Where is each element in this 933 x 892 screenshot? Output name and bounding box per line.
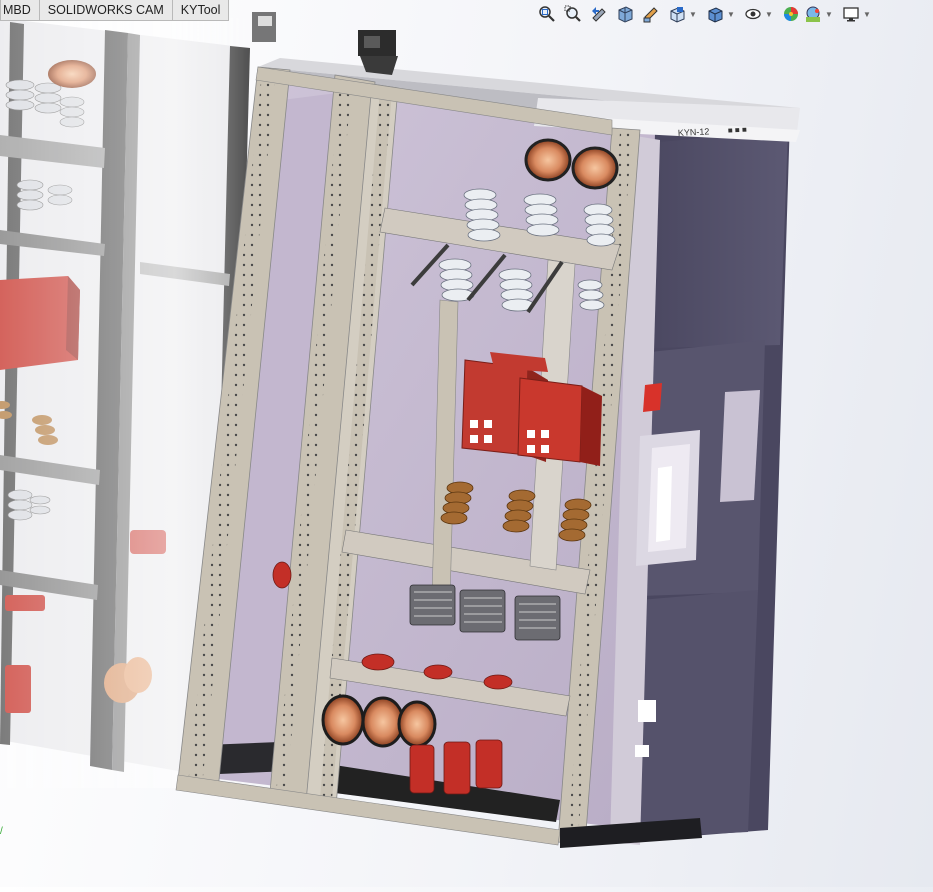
apply-scene-icon[interactable]	[803, 4, 823, 24]
tab-solidworks-cam[interactable]: SOLIDWORKS CAM	[39, 0, 173, 21]
cable-terminations	[321, 694, 437, 748]
indicator-window-1	[638, 700, 656, 722]
door-lock-icon	[643, 383, 662, 412]
heads-up-view-toolbar: ▼ ▼ ▼ ▼ ▼	[537, 4, 879, 24]
reference-triad-icon: /	[0, 826, 3, 837]
indicator-window-2	[635, 745, 649, 757]
tab-kytool[interactable]: KYTool	[172, 0, 230, 21]
dynamic-annotation-views-icon[interactable]	[641, 4, 661, 24]
switchgear-model-viewport[interactable]: KYN-12 ■ ■ ■	[0, 0, 933, 887]
apply-scene-dropdown-icon[interactable]: ▼	[825, 10, 833, 19]
view-settings-icon[interactable]	[841, 4, 861, 24]
nameplate-text: KYN-12	[678, 126, 710, 138]
graphics-area[interactable]: KYN-12 ■ ■ ■	[0, 0, 933, 887]
hide-show-dropdown-icon[interactable]: ▼	[765, 10, 773, 19]
lifting-lug-ghost	[252, 12, 276, 42]
previous-view-icon[interactable]	[589, 4, 609, 24]
zoom-to-area-icon[interactable]	[563, 4, 583, 24]
command-manager-tabs: MBD SOLIDWORKS CAM KYTool	[0, 0, 230, 22]
display-style-icon[interactable]	[705, 4, 725, 24]
zoom-to-fit-icon[interactable]	[537, 4, 557, 24]
switchgear-cabinet[interactable]: KYN-12 ■ ■ ■	[175, 30, 800, 848]
tab-mbd[interactable]: MBD	[0, 0, 40, 21]
view-settings-dropdown-icon[interactable]: ▼	[863, 10, 871, 19]
upper-door-panel	[650, 130, 788, 348]
view-orientation-icon[interactable]	[667, 4, 687, 24]
side-handle-plate	[720, 390, 760, 502]
display-style-dropdown-icon[interactable]: ▼	[727, 10, 735, 19]
view-orientation-dropdown-icon[interactable]: ▼	[689, 10, 697, 19]
edit-appearance-icon[interactable]	[781, 4, 801, 24]
hide-show-items-icon[interactable]	[743, 4, 763, 24]
section-view-icon[interactable]	[615, 4, 635, 24]
nameplate-marks: ■ ■ ■	[728, 125, 748, 135]
